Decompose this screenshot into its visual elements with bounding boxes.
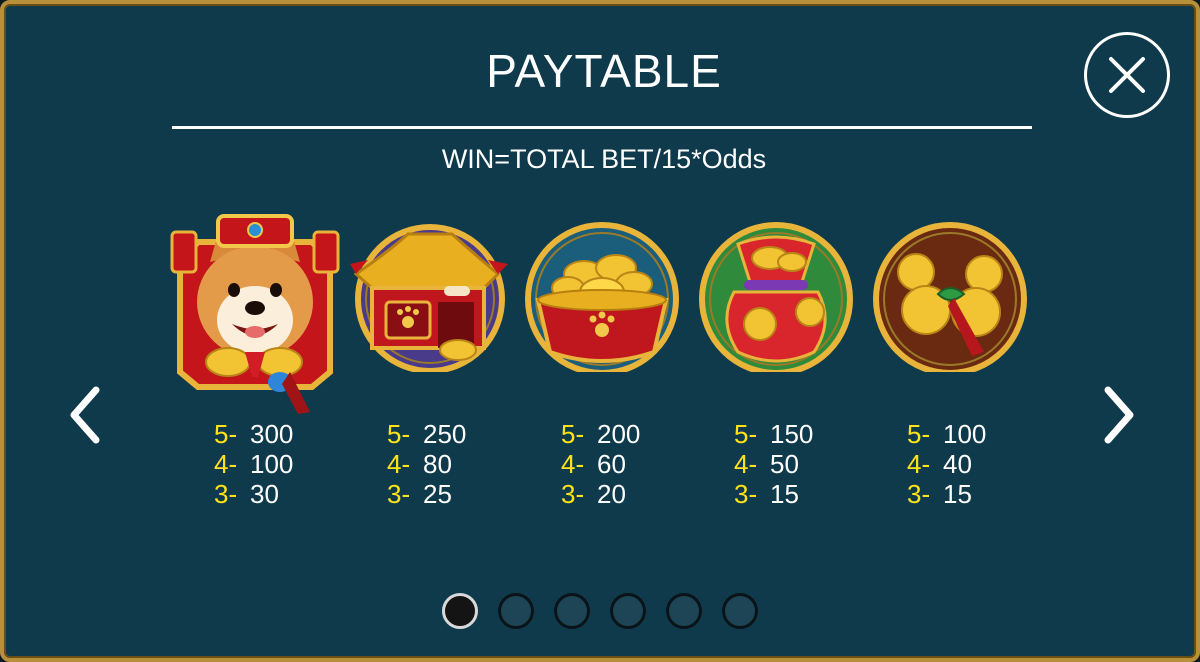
- pay-row-4: 4- 60: [561, 449, 626, 479]
- symbol-lucky-money-bag: [698, 202, 858, 422]
- pay-row-4: 4- 40: [907, 449, 972, 479]
- gourd-icon: [873, 222, 1027, 376]
- pay-row-5: 5- 150: [734, 419, 814, 449]
- pay-row-3: 3- 15: [734, 479, 799, 509]
- pay-row-5: 5- 250: [387, 419, 467, 449]
- win-formula: WIN=TOTAL BET/15*Odds: [441, 144, 767, 174]
- symbol-pays: 5- 250 4- 80 3- 25: [387, 419, 466, 509]
- pay-row-3: 3- 30: [214, 479, 279, 509]
- page-title: PAYTABLE: [486, 45, 722, 97]
- pay-row-5: 5- 200: [561, 419, 641, 449]
- page-dot-1[interactable]: [442, 593, 478, 629]
- chevron-left-icon: [70, 386, 100, 444]
- page-dot-6[interactable]: [722, 593, 758, 629]
- pay-row-5: 5- 300: [214, 419, 294, 449]
- pay-row-5: 5- 100: [907, 419, 987, 449]
- prev-page-button[interactable]: [66, 382, 106, 448]
- pay-row-3: 3- 25: [387, 479, 452, 509]
- page-dot-2[interactable]: [498, 593, 534, 629]
- symbol-pays: 5- 200 4- 60 3- 20: [561, 419, 640, 509]
- page-dot-5[interactable]: [666, 593, 702, 629]
- symbol-pays: 5- 150 4- 50 3- 15: [734, 419, 813, 509]
- symbol-gold-ingot-bowl: [524, 202, 684, 422]
- pay-row-4: 4- 100: [214, 449, 294, 479]
- money-bag-icon: [699, 222, 853, 376]
- close-icon: [1109, 57, 1145, 93]
- title-divider: [172, 126, 1032, 129]
- pay-row-4: 4- 80: [387, 449, 452, 479]
- paytable-panel: PAYTABLE WIN=TOTAL BET/15*Odds 5- 300 4-…: [0, 0, 1200, 662]
- chevron-right-icon: [1104, 386, 1134, 444]
- pay-row-4: 4- 50: [734, 449, 799, 479]
- symbol-shiba-dog: [170, 202, 340, 422]
- page-dot-4[interactable]: [610, 593, 646, 629]
- pay-row-3: 3- 15: [907, 479, 972, 509]
- gold-ingot-bowl-icon: [525, 222, 679, 376]
- next-page-button[interactable]: [1098, 382, 1138, 448]
- close-button[interactable]: [1084, 32, 1170, 118]
- pay-row-3: 3- 20: [561, 479, 626, 509]
- symbol-pays: 5- 300 4- 100 3- 30: [214, 419, 293, 509]
- symbol-gold-gourd: [872, 202, 1032, 422]
- page-dot-3[interactable]: [554, 593, 590, 629]
- dog-house-icon: [350, 224, 508, 374]
- symbol-pays: 5- 100 4- 40 3- 15: [907, 419, 986, 509]
- symbol-dog-house: [348, 202, 508, 422]
- shiba-dog-icon: [170, 214, 340, 414]
